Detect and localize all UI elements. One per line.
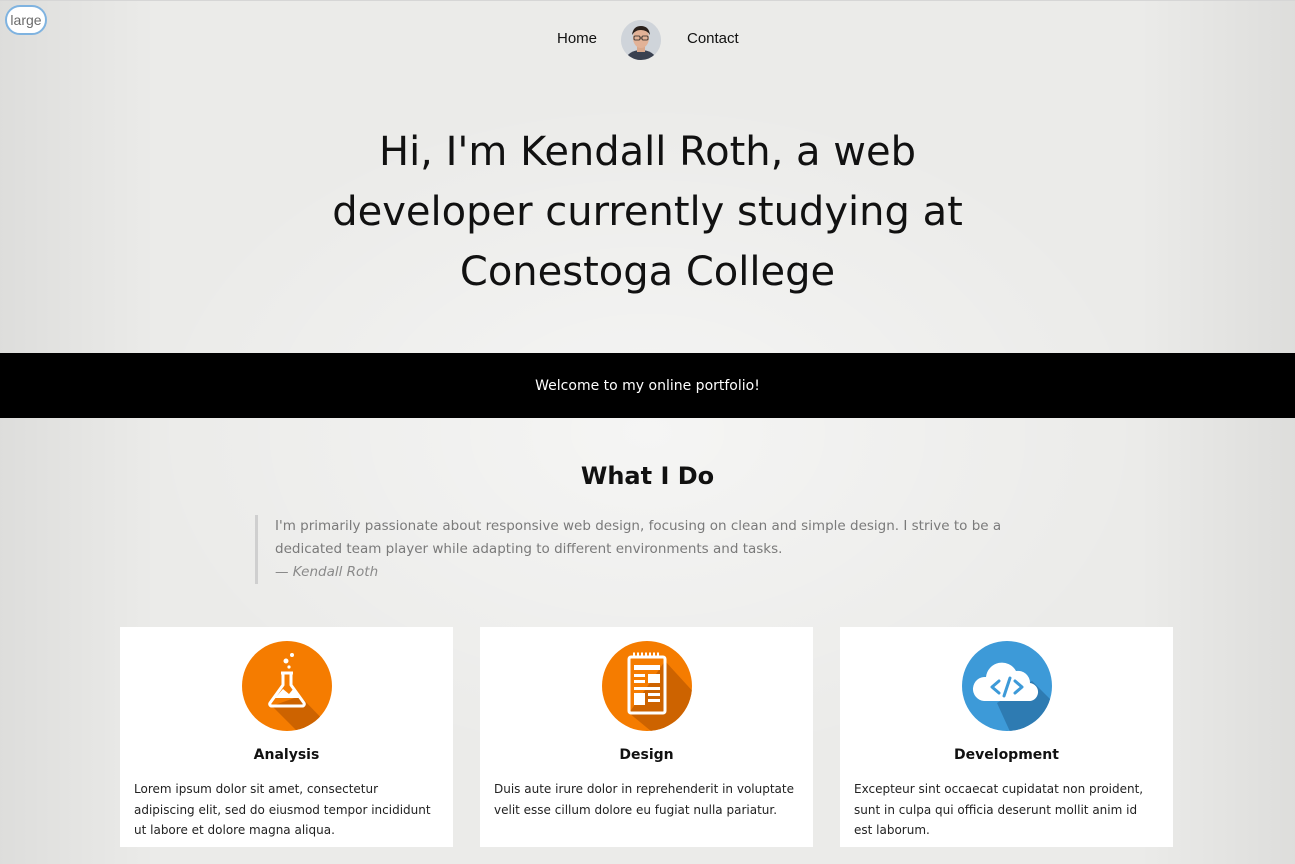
quote-text: I'm primarily passionate about responsiv… bbox=[275, 518, 1002, 557]
avatar[interactable] bbox=[621, 20, 661, 60]
welcome-banner: Welcome to my online portfolio! bbox=[0, 353, 1295, 418]
card-title: Analysis bbox=[253, 747, 320, 763]
nav-home-link[interactable]: Home bbox=[557, 30, 597, 47]
card-development: Development Excepteur sint occaecat cupi… bbox=[840, 627, 1173, 847]
layout-notepad-icon bbox=[601, 641, 692, 731]
quote-author: — Kendall Roth bbox=[275, 564, 379, 580]
hero: Hi, I'm Kendall Roth, a web developer cu… bbox=[0, 122, 1295, 302]
size-badge: large bbox=[5, 5, 47, 35]
cloud-code-icon bbox=[961, 641, 1052, 731]
flask-icon bbox=[241, 641, 332, 731]
intro-quote: I'm primarily passionate about responsiv… bbox=[255, 515, 1015, 584]
card-text: Excepteur sint occaecat cupidatat non pr… bbox=[854, 782, 1144, 837]
nav-contact-link[interactable]: Contact bbox=[687, 30, 739, 47]
avatar-photo-icon bbox=[621, 20, 661, 60]
card-title: Design bbox=[619, 747, 674, 763]
card-title: Development bbox=[954, 747, 1059, 763]
card-text: Duis aute irure dolor in reprehenderit i… bbox=[494, 782, 794, 817]
top-border bbox=[0, 0, 1295, 1]
what-i-do-title: What I Do bbox=[580, 462, 715, 490]
card-design: Design Duis aute irure dolor in reprehen… bbox=[480, 627, 813, 847]
top-nav: Home Contact bbox=[0, 18, 1295, 62]
card-text: Lorem ipsum dolor sit amet, consectetur … bbox=[134, 782, 431, 837]
card-analysis: Analysis Lorem ipsum dolor sit amet, con… bbox=[120, 627, 453, 847]
banner-text: Welcome to my online portfolio! bbox=[535, 377, 760, 394]
hero-title: Hi, I'm Kendall Roth, a web developer cu… bbox=[332, 129, 963, 295]
